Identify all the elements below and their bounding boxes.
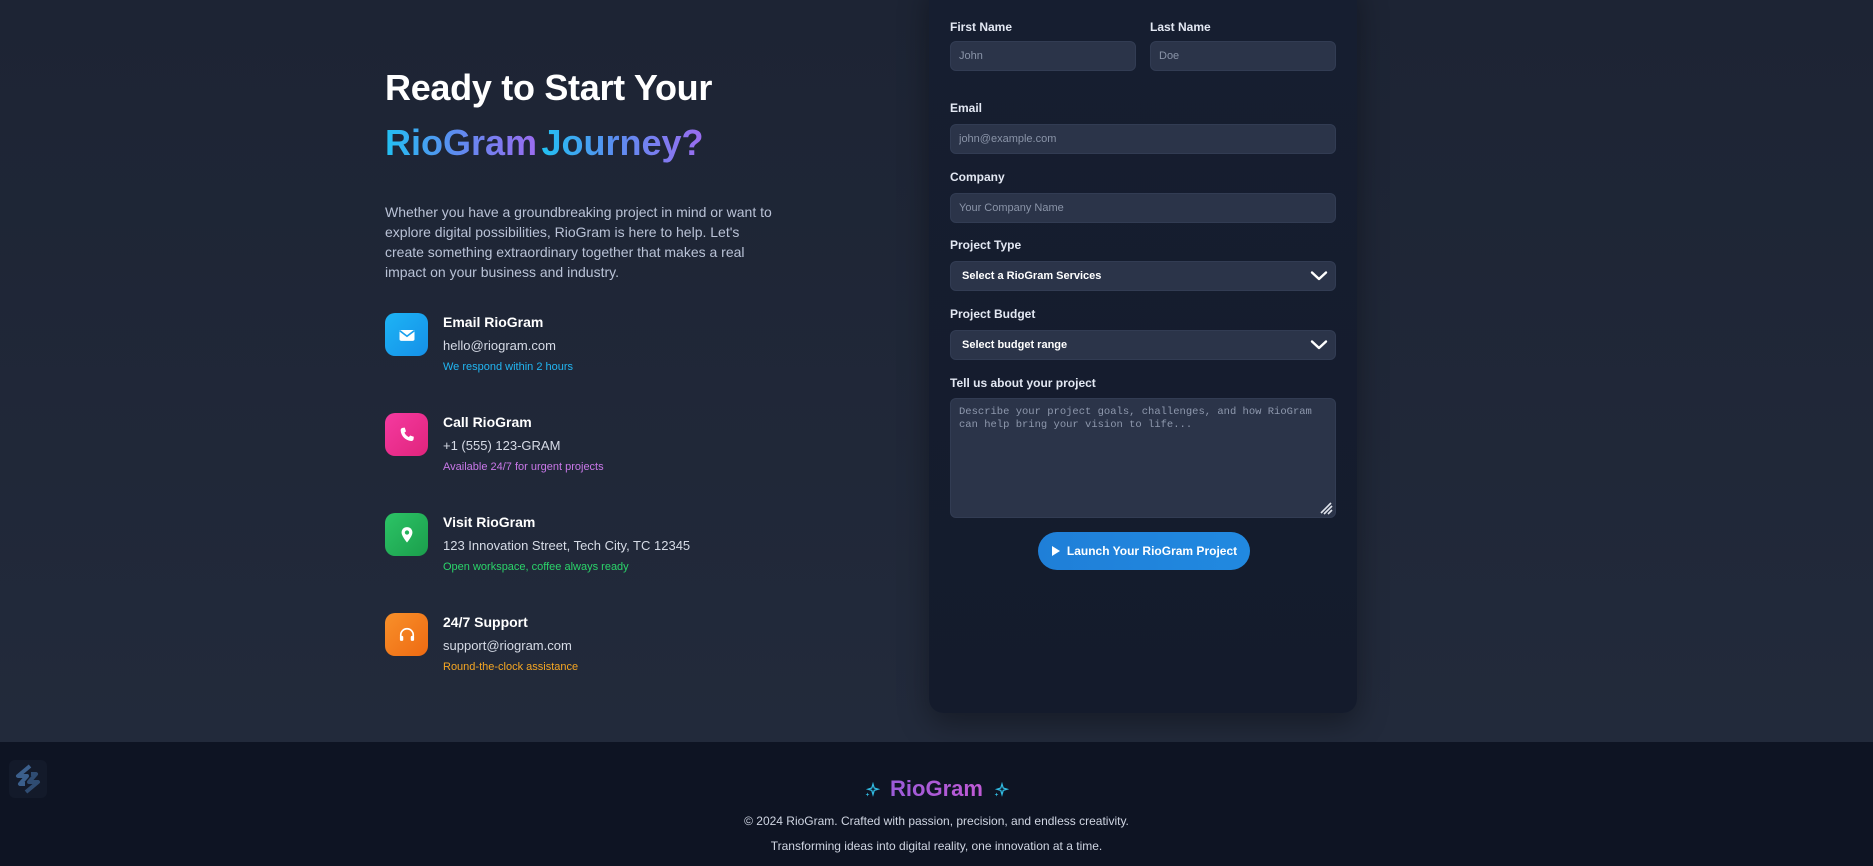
email-label: Email [950, 101, 983, 115]
first-name-field[interactable] [950, 41, 1136, 71]
contact-note: Round-the-clock assistance [443, 661, 579, 673]
email-field[interactable] [950, 124, 1336, 154]
footer-brand-name: RioGram [890, 776, 983, 801]
budget-label: Project Budget [950, 307, 1036, 321]
budget-value: Select budget range [962, 339, 1068, 351]
launch-project-label: Launch Your RioGram Project [1066, 544, 1238, 558]
play-icon [1051, 546, 1060, 556]
headline-brand: RioGram [385, 115, 537, 170]
map-pin-icon [385, 513, 428, 556]
project-type-label: Project Type [950, 238, 1022, 252]
company-label: Company [950, 170, 1005, 184]
contact-support: 24/7 Support support@riogram.com Round-t… [385, 613, 805, 683]
contact-note: Available 24/7 for urgent projects [443, 461, 604, 473]
chevron-down-icon [1310, 340, 1328, 350]
intro-paragraph: Whether you have a groundbreaking projec… [385, 204, 772, 280]
contact-form-card: First Name Last Name Email Company Proje… [929, 0, 1357, 713]
sparkles-icon [865, 782, 880, 798]
headline-journey: Journey? [542, 115, 704, 170]
footer: RioGram © 2024 RioGram. Crafted with pas… [0, 742, 1873, 866]
contact-value[interactable]: +1 (555) 123-GRAM [443, 438, 560, 453]
contact-value[interactable]: hello@riogram.com [443, 338, 556, 353]
headline-line-1: Ready to Start Your [385, 67, 713, 108]
project-type-value: Select a RioGram Services [962, 270, 1102, 282]
contact-title: Visit RioGram [443, 514, 536, 530]
contact-address: Visit RioGram 123 Innovation Street, Tec… [385, 513, 805, 583]
contact-section: Ready to Start Your RioGram Journey? Whe… [0, 0, 1873, 742]
message-label: Tell us about your project [950, 376, 1096, 390]
headset-icon [385, 613, 428, 656]
footer-copyright: © 2024 RioGram. Crafted with passion, pr… [744, 814, 1129, 828]
sparkles-icon [994, 782, 1010, 798]
message-textarea[interactable] [950, 398, 1336, 518]
footer-tagline: Transforming ideas into digital reality,… [770, 839, 1103, 853]
footer-brand: RioGram [0, 776, 1873, 802]
contact-title: Call RioGram [443, 414, 532, 430]
budget-select[interactable]: Select budget range [950, 330, 1336, 360]
contact-note: We respond within 2 hours [443, 361, 574, 373]
contact-value[interactable]: support@riogram.com [443, 638, 572, 653]
launch-project-button[interactable]: Launch Your RioGram Project [1038, 532, 1250, 570]
contact-value: 123 Innovation Street, Tech City, TC 123… [443, 538, 691, 553]
contact-phone: Call RioGram +1 (555) 123-GRAM Available… [385, 413, 805, 483]
envelope-icon [385, 313, 428, 356]
company-field[interactable] [950, 193, 1336, 223]
contact-note: Open workspace, coffee always ready [443, 561, 629, 573]
contact-intro: Ready to Start Your RioGram Journey? Whe… [385, 60, 785, 282]
project-type-select[interactable]: Select a RioGram Services [950, 261, 1336, 291]
contact-title: Email RioGram [443, 314, 544, 330]
contact-email: Email RioGram hello@riogram.com We respo… [385, 313, 805, 383]
phone-icon [385, 413, 428, 456]
contact-title: 24/7 Support [443, 614, 528, 630]
resize-grip-icon[interactable] [1320, 502, 1333, 515]
last-name-label: Last Name [1150, 20, 1211, 34]
last-name-field[interactable] [1150, 41, 1336, 71]
chevron-down-icon [1310, 271, 1328, 281]
first-name-label: First Name [950, 20, 1013, 34]
headline-line-2: RioGram Journey? [385, 115, 785, 170]
